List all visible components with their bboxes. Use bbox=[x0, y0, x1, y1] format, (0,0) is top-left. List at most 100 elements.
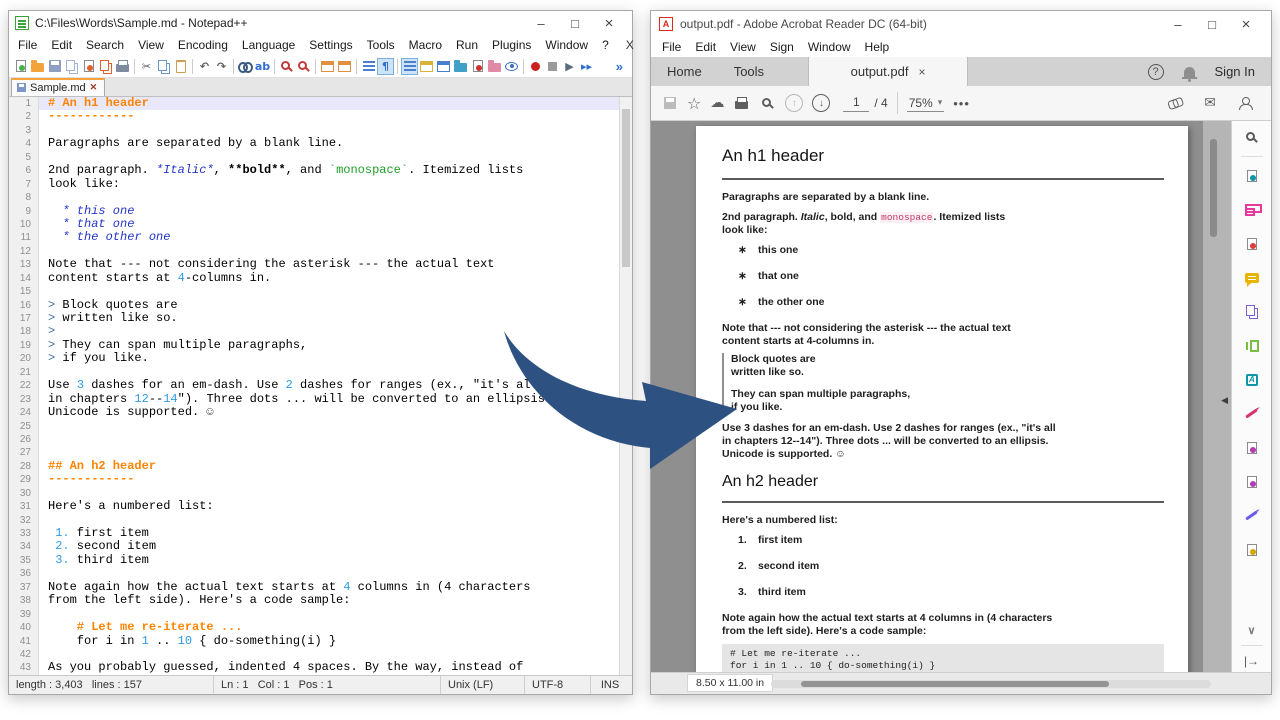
editor-line-5[interactable]: 5 bbox=[9, 151, 632, 164]
sign-in-button[interactable]: Sign In bbox=[1215, 64, 1255, 79]
compress-pdf-icon[interactable] bbox=[1242, 370, 1261, 389]
editor-line-25[interactable]: 25 bbox=[9, 420, 632, 433]
npp-menu-window[interactable]: Window bbox=[538, 36, 595, 54]
play-macro-icon[interactable]: ▶ bbox=[561, 58, 578, 75]
acrobat-maximize-button[interactable]: □ bbox=[1195, 17, 1229, 32]
acrobat-close-button[interactable]: × bbox=[1229, 16, 1263, 33]
tab-tools[interactable]: Tools bbox=[718, 57, 780, 86]
npp-maximize-button[interactable]: □ bbox=[558, 16, 592, 31]
npp-menu-close-icon[interactable]: X bbox=[616, 38, 644, 52]
npp-menu-file[interactable]: File bbox=[11, 36, 44, 54]
favorite-star-icon[interactable]: ☆ bbox=[687, 94, 701, 113]
editor-line-36[interactable]: 36 bbox=[9, 567, 632, 580]
paste-icon[interactable] bbox=[172, 58, 189, 75]
editor-line-8[interactable]: 8 bbox=[9, 191, 632, 204]
show-all-chars-icon[interactable]: ¶ bbox=[377, 58, 394, 75]
acrobat-menu-view[interactable]: View bbox=[723, 38, 763, 56]
editor-line-15[interactable]: 15 bbox=[9, 285, 632, 298]
doc-map-icon[interactable] bbox=[418, 58, 435, 75]
npp-menu-search[interactable]: Search bbox=[79, 36, 131, 54]
zoom-in-icon[interactable] bbox=[278, 58, 295, 75]
editor-line-30[interactable]: 30 bbox=[9, 487, 632, 500]
share-link-icon[interactable] bbox=[1167, 95, 1184, 112]
pdf-document-area[interactable]: An h1 header Paragraphs are separated by… bbox=[651, 121, 1231, 672]
zoom-select[interactable]: 75% ▾ bbox=[907, 95, 945, 112]
tools-pane-toggle-icon[interactable]: ◀ bbox=[1221, 395, 1228, 406]
certificates-icon[interactable] bbox=[1242, 506, 1261, 525]
save-all-icon[interactable] bbox=[63, 58, 80, 75]
pdf-horizontal-scrollbar[interactable] bbox=[771, 680, 1211, 688]
organize-pages-icon[interactable] bbox=[1242, 336, 1261, 355]
pdf-vertical-scrollbar-thumb[interactable] bbox=[1210, 139, 1217, 237]
close-all-icon[interactable] bbox=[97, 58, 114, 75]
editor-line-17[interactable]: 17> written like so. bbox=[9, 312, 632, 325]
new-file-icon[interactable] bbox=[12, 58, 29, 75]
editor-line-11[interactable]: 11 * the other one bbox=[9, 231, 632, 244]
undo-icon[interactable]: ↶ bbox=[196, 58, 213, 75]
snapshot-icon[interactable] bbox=[486, 58, 503, 75]
npp-menu-edit[interactable]: Edit bbox=[44, 36, 79, 54]
more-tools-chevron-icon[interactable]: ∨ bbox=[1247, 624, 1255, 637]
npp-scrollbar-thumb[interactable] bbox=[622, 109, 630, 267]
editor-line-3[interactable]: 3 bbox=[9, 124, 632, 137]
indent-guide-icon[interactable] bbox=[401, 58, 418, 75]
npp-editor[interactable]: 1# An h1 header2------------34Paragraphs… bbox=[9, 97, 632, 675]
editor-line-32[interactable]: 32 bbox=[9, 514, 632, 527]
editor-line-31[interactable]: 31Here's a numbered list: bbox=[9, 500, 632, 513]
npp-menu-run[interactable]: Run bbox=[449, 36, 485, 54]
tab-document-close-icon[interactable]: × bbox=[918, 65, 925, 79]
word-wrap-icon[interactable] bbox=[360, 58, 377, 75]
editor-line-21[interactable]: 21 bbox=[9, 366, 632, 379]
fill-sign-icon[interactable] bbox=[1242, 404, 1261, 423]
acrobat-title-bar[interactable]: A output.pdf - Adobe Acrobat Reader DC (… bbox=[651, 11, 1271, 37]
replace-icon[interactable]: ab bbox=[254, 58, 271, 75]
zoom-out-icon[interactable] bbox=[295, 58, 312, 75]
search-icon[interactable] bbox=[759, 95, 776, 112]
close-file-icon[interactable] bbox=[80, 58, 97, 75]
create-pdf-icon[interactable] bbox=[1242, 234, 1261, 253]
editor-line-40[interactable]: 40 # Let me re-iterate ... bbox=[9, 621, 632, 634]
editor-line-9[interactable]: 9 * this one bbox=[9, 205, 632, 218]
more-tools-icon[interactable]: ••• bbox=[953, 96, 970, 111]
acrobat-menu-window[interactable]: Window bbox=[801, 38, 858, 56]
comment-icon[interactable] bbox=[1242, 268, 1261, 287]
tab-document[interactable]: output.pdf × bbox=[808, 57, 968, 86]
notifications-bell-icon[interactable] bbox=[1184, 67, 1195, 77]
editor-line-34[interactable]: 34 2. second item bbox=[9, 540, 632, 553]
npp-close-button[interactable]: × bbox=[592, 15, 626, 32]
editor-line-33[interactable]: 33 1. first item bbox=[9, 527, 632, 540]
editor-line-14[interactable]: 14content starts at 4-columns in. bbox=[9, 272, 632, 285]
editor-line-7[interactable]: 7look like: bbox=[9, 178, 632, 191]
npp-menu-[interactable]: ? bbox=[595, 36, 616, 54]
editor-line-24[interactable]: 24Unicode is supported. ☺ bbox=[9, 406, 632, 419]
help-icon[interactable]: ? bbox=[1148, 64, 1164, 80]
npp-menu-macro[interactable]: Macro bbox=[402, 36, 449, 54]
combine-files-icon[interactable] bbox=[1242, 302, 1261, 321]
npp-menu-view[interactable]: View bbox=[131, 36, 171, 54]
save-icon[interactable] bbox=[661, 95, 678, 112]
editor-line-16[interactable]: 16> Block quotes are bbox=[9, 299, 632, 312]
open-file-icon[interactable] bbox=[29, 58, 46, 75]
sync-scroll-h-icon[interactable] bbox=[336, 58, 353, 75]
npp-title-bar[interactable]: C:\Files\Words\Sample.md - Notepad++ – □… bbox=[9, 11, 632, 35]
editor-line-22[interactable]: 22Use 3 dashes for an em-dash. Use 2 das… bbox=[9, 379, 632, 392]
editor-line-38[interactable]: 38from the left side). Here's a code sam… bbox=[9, 594, 632, 607]
editor-line-35[interactable]: 35 3. third item bbox=[9, 554, 632, 567]
folder-workspace-icon[interactable] bbox=[452, 58, 469, 75]
editor-line-12[interactable]: 12 bbox=[9, 245, 632, 258]
page-number-input[interactable]: 1 bbox=[843, 95, 869, 112]
export-pdf-icon[interactable] bbox=[1242, 166, 1261, 185]
editor-line-10[interactable]: 10 * that one bbox=[9, 218, 632, 231]
nav-pane-toggle-icon[interactable]: ▶ bbox=[654, 393, 661, 404]
function-list-icon[interactable] bbox=[435, 58, 452, 75]
editor-line-27[interactable]: 27 bbox=[9, 446, 632, 459]
editor-line-19[interactable]: 19> They can span multiple paragraphs, bbox=[9, 339, 632, 352]
editor-line-41[interactable]: 41 for i in 1 .. 10 { do-something(i) } bbox=[9, 635, 632, 648]
acrobat-menu-edit[interactable]: Edit bbox=[688, 38, 723, 56]
cut-icon[interactable]: ✂ bbox=[138, 58, 155, 75]
editor-line-26[interactable]: 26 bbox=[9, 433, 632, 446]
record-macro-icon[interactable] bbox=[527, 58, 544, 75]
editor-line-2[interactable]: 2------------ bbox=[9, 110, 632, 123]
cloud-upload-icon[interactable]: ☁ bbox=[710, 95, 724, 111]
request-signatures-icon[interactable] bbox=[1242, 438, 1261, 457]
